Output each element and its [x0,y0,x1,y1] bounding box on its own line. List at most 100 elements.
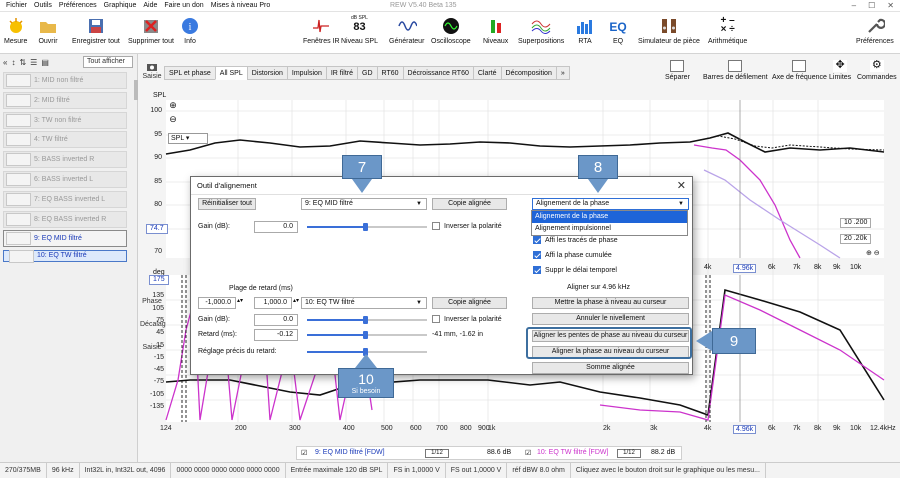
legend-a-checkbox[interactable]: ☑ [301,448,307,460]
cancel-leveling-button[interactable]: Annuler le nivellement [532,313,689,325]
callout-9: 9 [712,328,756,354]
range-min-input[interactable]: -1,000.0 [198,297,236,309]
spl-curve-tw-magenta [693,144,801,259]
x-tick-label-top: 9k [833,264,841,271]
x-tick-label: 8k [814,425,822,432]
phase-tick-label: 135 [152,292,164,300]
delay-slider[interactable] [307,331,427,339]
legend-a-value: 88.6 dB [487,449,512,456]
spl-tick-label: 85 [154,178,162,185]
reset-all-button[interactable]: Réinitialiser tout [198,198,256,210]
status-field: FS in 1,0000 V [388,463,446,478]
callout-9-arrow [696,331,712,351]
x-tick-label: 6k [768,425,776,432]
x-tick-label: 1k [488,425,496,432]
delay-range-label: Plage de retard (ms) [229,285,293,292]
fine-delay-slider[interactable] [307,348,427,356]
x-tick-label: 300 [289,425,301,432]
phase-tick-label: 105 [152,304,164,312]
range-box-2[interactable]: 20 .20k [840,234,871,244]
x-tick-label-top: 7k [793,264,801,271]
spl-tick-label: 80 [154,201,162,208]
x-tick-label-top: 10k [850,264,862,271]
alignment-mode-options: Alignement de la phase Alignement impuls… [531,210,688,236]
copy-aligned-1-button[interactable]: Copie alignée [432,198,507,210]
x-tick-label: 10k [850,425,862,432]
alignment-mode-select[interactable]: Alignement de la phase ▼ [532,198,689,210]
phase-tick-label: 45 [156,329,164,337]
aligned-sum-button[interactable]: Somme alignée [532,362,689,374]
level-phase-cursor-button[interactable]: Mettre la phase à niveau au curseur [532,297,689,309]
spl-tick-label: 95 [154,131,162,138]
x-tick-label: 400 [343,425,355,432]
zoom-in-icon[interactable]: ⊕ [166,100,180,111]
x-tick-label: 500 [381,425,393,432]
phase-tick-label: -105 [149,390,164,398]
legend: ☑ 9: EQ MID filtré [FDW] 1/12 88.6 dB ☑ … [296,446,682,460]
legend-a-smoothing[interactable]: 1/12 [425,449,449,458]
invert-polarity-1[interactable]: Inverser la polarité [432,222,502,230]
x-tick-label: 4k [704,425,712,432]
legend-b-label: 10: EQ TW filtré [FDW] [537,449,609,456]
x-tick-label-top: 4k [704,264,712,271]
phase-tick-label: 15 [156,341,164,349]
status-field: réf dBW 8.0 ohm [507,463,571,478]
x-tick-label: 9k [833,425,841,432]
gain-1-input[interactable]: 0.0 [254,221,298,233]
spl-tick-label: 70 [154,248,162,255]
measurement-2-select[interactable]: 10: EQ TW filtré ▼ [301,297,427,309]
spl-curve-tw-violet [703,169,841,259]
delay-label: Retard (ms): [198,331,237,338]
cursor-y-readout-bot: 175 [149,275,169,285]
option-impulse-alignment[interactable]: Alignement impulsionnel [532,223,687,235]
callout-7: 7 [342,155,382,179]
gain-1-slider[interactable] [307,223,427,231]
callout-8: 8 [578,155,618,179]
measurement-1-select[interactable]: 9: EQ MID filtré ▼ [301,198,427,210]
legend-b-checkbox[interactable]: ☑ [525,448,531,460]
range-max-spinner[interactable]: ▴▾ [293,296,299,306]
legend-b-smoothing[interactable]: 1/12 [617,449,641,458]
x-tick-label: 4.96k [733,425,757,434]
status-field: 270/375MB [0,463,47,478]
show-phase-checkbox[interactable]: Affi les tracés de phase [533,236,618,244]
status-field: Int32L in, Int32L out, 4096 [80,463,172,478]
spl-dropdown[interactable]: SPL ▾ [168,133,208,144]
delay-info: -41 mm, -1.62 in [432,331,483,338]
phase-tick-label: -45 [153,366,164,374]
x-tick-label: 12.4kHz [870,425,896,432]
gain-2-input[interactable]: 0.0 [254,314,298,326]
x-tick-label: 800 [460,425,472,432]
invert-polarity-2[interactable]: Inverser la polarité [432,315,502,323]
copy-aligned-2-button[interactable]: Copie alignée [432,297,507,309]
legend-b-value: 88.2 dB [651,449,676,456]
dialog-close-icon[interactable]: ✕ [677,179,686,192]
phase-tick-label: -75 [153,378,164,386]
cumulative-phase-checkbox[interactable]: Affi la phase cumulée [533,251,612,259]
x-tick-label-top: 8k [814,264,822,271]
legend-a-label: 9: EQ MID filtré [FDW] [315,449,385,456]
zoom-in-small-icon[interactable]: ⊕ ⊖ [866,249,880,257]
gain-2-slider[interactable] [307,316,427,324]
remove-delay-checkbox[interactable]: Suppr le délai temporel [533,266,617,274]
phase-tick-label: -15 [153,353,164,361]
range-max-input[interactable]: 1,000.0 [254,297,292,309]
spl-tick-label: 90 [154,154,162,161]
delay-input[interactable]: -0.12 [254,329,298,341]
dialog-title: Outil d'alignement [191,177,692,195]
range-min-spinner[interactable]: ▴▾ [237,296,243,306]
callout-10-arrow [355,354,377,368]
spl-axis-title: SPL [153,92,167,99]
phase-tick-label: 75 [156,316,164,324]
callout-8-arrow [588,179,608,193]
zoom-out-icon[interactable]: ⊖ [166,114,180,125]
status-field: 96 kHz [47,463,80,478]
option-phase-alignment[interactable]: Alignement de la phase [532,211,687,223]
range-box-1[interactable]: 10 .200 [840,218,872,228]
x-tick-label-top: 4.96k [733,264,757,273]
x-tick-label: 600 [410,425,422,432]
gain-2-label: Gain (dB): [198,316,230,323]
gain-1-label: Gain (dB): [198,223,230,230]
status-field: 0000 0000 0000 0000 0000 0000 [171,463,286,478]
fine-delay-label: Réglage précis du retard: [198,348,277,355]
